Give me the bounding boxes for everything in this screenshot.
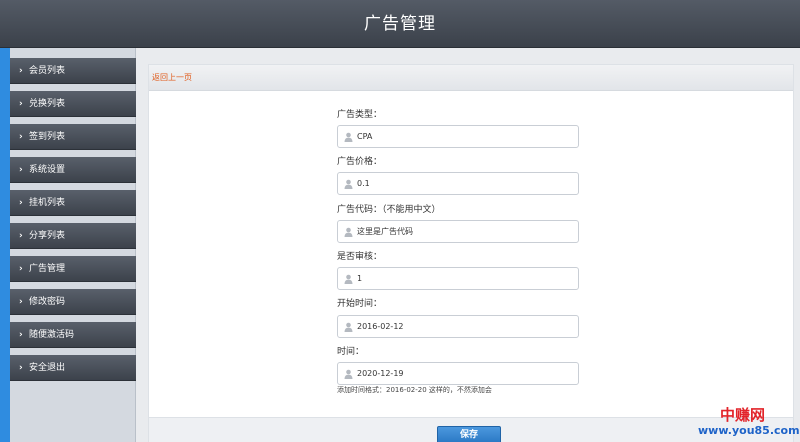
ad-price-input[interactable]: 0.1 (337, 172, 579, 195)
time-format-hint: 添加时间格式：2016-02-20 这样的，不然添加会 (337, 386, 492, 394)
save-button[interactable]: 保存 (437, 426, 501, 442)
time-label: 时间： (337, 347, 365, 357)
sidebar-item-label: 分享列表 (29, 231, 66, 241)
time-value: 2020-12-19 (357, 369, 404, 378)
sidebar-item-members[interactable]: › 会员列表 (10, 58, 136, 84)
chevron-right-icon: › (19, 99, 23, 109)
time-input[interactable]: 2020-12-19 (337, 362, 579, 385)
form-panel: 返回上一页 广告类型： CPA 广告价格： 0.1 广告代码：（不能用中文） 这… (148, 64, 794, 442)
ad-code-label: 广告代码：（不能用中文） (337, 205, 441, 215)
ad-price-label: 广告价格： (337, 157, 383, 167)
user-icon (344, 274, 353, 284)
sidebar-item-label: 随便激活码 (29, 330, 75, 340)
ad-price-value: 0.1 (357, 179, 370, 188)
sidebar-item-label: 安全退出 (29, 363, 66, 373)
chevron-right-icon: › (19, 66, 23, 76)
form-footer: 保存 (149, 417, 793, 442)
start-time-label: 开始时间： (337, 299, 383, 309)
user-icon (344, 179, 353, 189)
sidebar: › 会员列表 › 兑换列表 › 签到列表 › 系统设置 › 挂机列表 › 分享列… (10, 48, 136, 442)
user-icon (344, 227, 353, 237)
chevron-right-icon: › (19, 231, 23, 241)
sidebar-item-share[interactable]: › 分享列表 (10, 223, 136, 249)
chevron-right-icon: › (19, 297, 23, 307)
review-status-label: 是否审核： (337, 252, 383, 262)
sidebar-item-label: 兑换列表 (29, 99, 66, 109)
app-header: 广告管理 (0, 0, 800, 48)
ad-type-input[interactable]: CPA (337, 125, 579, 148)
chevron-right-icon: › (19, 198, 23, 208)
chevron-right-icon: › (19, 165, 23, 175)
ad-type-value: CPA (357, 132, 373, 141)
chevron-right-icon: › (19, 132, 23, 142)
user-icon (344, 132, 353, 142)
review-status-input[interactable]: 1 (337, 267, 579, 290)
main-content: 返回上一页 广告类型： CPA 广告价格： 0.1 广告代码：（不能用中文） 这… (136, 48, 800, 442)
sidebar-item-settings[interactable]: › 系统设置 (10, 157, 136, 183)
sidebar-item-label: 广告管理 (29, 264, 66, 274)
sidebar-item-ads[interactable]: › 广告管理 (10, 256, 136, 282)
start-time-input[interactable]: 2016-02-12 (337, 315, 579, 338)
user-icon (344, 369, 353, 379)
sidebar-item-hangup[interactable]: › 挂机列表 (10, 190, 136, 216)
ad-code-input[interactable]: 这里是广告代码 (337, 220, 579, 243)
ad-code-value: 这里是广告代码 (357, 227, 413, 236)
review-status-value: 1 (357, 274, 363, 283)
page-title: 广告管理 (364, 14, 436, 34)
watermark-logo: 中赚网 www.you85.com (698, 404, 800, 440)
sidebar-item-activation-code[interactable]: › 随便激活码 (10, 322, 136, 348)
sidebar-item-change-password[interactable]: › 修改密码 (10, 289, 136, 315)
sidebar-item-label: 会员列表 (29, 66, 66, 76)
sidebar-item-checkin[interactable]: › 签到列表 (10, 124, 136, 150)
user-icon (344, 322, 353, 332)
chevron-right-icon: › (19, 330, 23, 340)
sidebar-item-label: 系统设置 (29, 165, 66, 175)
back-link[interactable]: 返回上一页 (152, 65, 192, 91)
chevron-right-icon: › (19, 264, 23, 274)
panel-toolbar: 返回上一页 (149, 65, 793, 91)
sidebar-item-label: 签到列表 (29, 132, 66, 142)
chevron-right-icon: › (19, 363, 23, 373)
watermark-url: www.you85.com (698, 424, 800, 437)
sidebar-item-label: 挂机列表 (29, 198, 66, 208)
ad-type-label: 广告类型： (337, 110, 383, 120)
start-time-value: 2016-02-12 (357, 322, 404, 331)
sidebar-item-exchange[interactable]: › 兑换列表 (10, 91, 136, 117)
watermark-brand: 中赚网 (720, 406, 766, 424)
sidebar-item-logout[interactable]: › 安全退出 (10, 355, 136, 381)
sidebar-item-label: 修改密码 (29, 297, 66, 307)
